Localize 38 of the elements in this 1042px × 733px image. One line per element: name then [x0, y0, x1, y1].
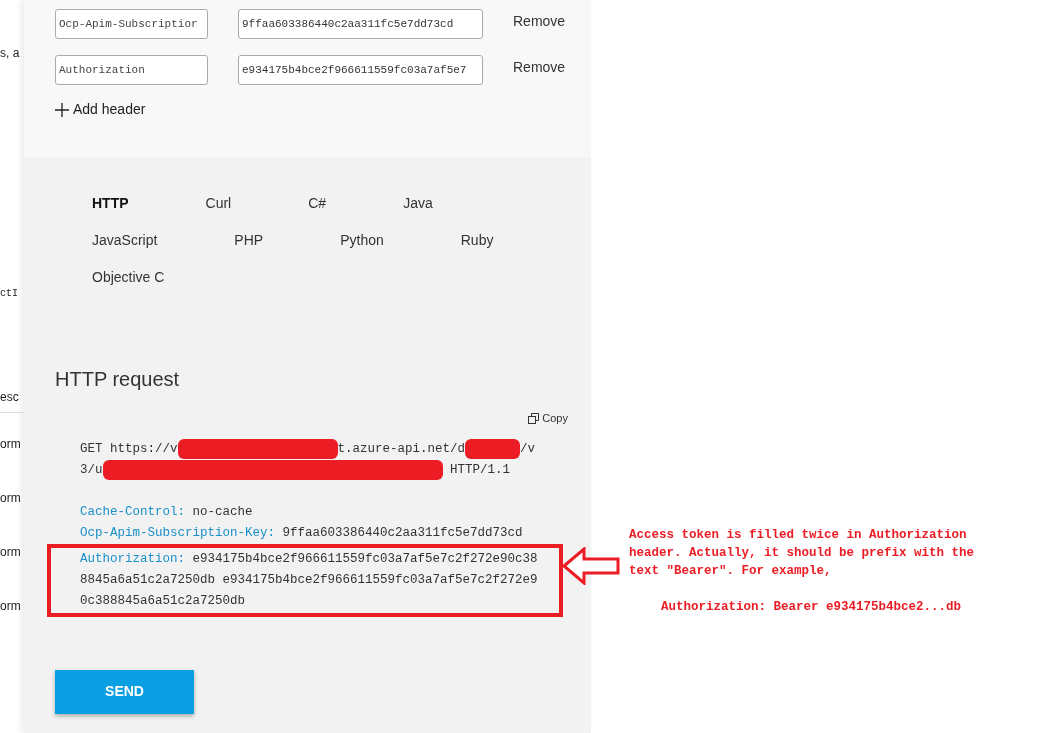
cut-off-text: orm [0, 490, 22, 507]
cut-off-text: esc [0, 389, 20, 406]
annotation-example: Authorization: Bearer e934175b4bce2...db [661, 599, 963, 616]
header-value-field[interactable]: e934175b4bce2f966611559fc03a7af5e7 [238, 55, 483, 85]
cut-off-text: orm [0, 544, 22, 561]
url-text: 3/u [80, 461, 103, 479]
header-name-field[interactable]: Authorization [55, 55, 208, 85]
header-value-field[interactable]: 9ffaa603386440c2aa311fc5e7dd73cd [238, 9, 483, 39]
url-text: /v [520, 440, 536, 458]
plus-icon [55, 102, 69, 117]
url-text: HTTP/1.1 [449, 461, 511, 479]
remove-button[interactable]: Remove [513, 11, 566, 32]
language-tab[interactable]: Objective C [92, 267, 165, 288]
language-tab[interactable]: HTTP [92, 193, 129, 214]
annotation-note: Access token is filled twice in Authorization header. Actually, it should be prefix with the text "Bearer". For example, [629, 527, 976, 580]
request-header-text: Ocp-Apim-Subscription-Key: 9ffaa603386440c2aa311fc5e7dd73cd [80, 525, 523, 540]
header-name-field[interactable]: Ocp-Apim-Subscriptior [55, 9, 208, 39]
copy-button[interactable]: Copy [528, 410, 568, 427]
request-header-text: Authorization: e934175b4bce2f966611559fc03a7af5e7c2f272e90c388845a6a51c2a7250db e934175b4bce2f966611559fc03a7af5e7c2f272e90c388845a6a51c2a7250db [80, 551, 538, 608]
language-tab[interactable]: Curl [205, 193, 232, 214]
language-tab[interactable]: Ruby [460, 230, 494, 251]
url-text: GET https://v [80, 440, 178, 458]
cut-off-text: orm [0, 436, 22, 453]
language-tab[interactable]: JavaScript [92, 230, 158, 251]
cut-off-text: ctI [0, 287, 19, 301]
remove-button[interactable]: Remove [513, 57, 566, 78]
cut-off-text: s, a [0, 45, 21, 62]
add-header-button[interactable]: Add header [55, 99, 146, 120]
language-tab[interactable]: Java [403, 193, 433, 214]
language-tab[interactable]: Python [340, 230, 384, 251]
language-tab[interactable]: C# [308, 193, 327, 214]
url-text: t.azure-api.net/d [337, 440, 466, 458]
cut-off-text: orm [0, 598, 22, 615]
request-header-text: Cache-Control: no-cache [80, 504, 253, 519]
language-tab[interactable]: PHP [234, 230, 264, 251]
redaction-mark [465, 438, 521, 459]
section-title: HTTP request [55, 367, 181, 392]
copy-icon [528, 412, 540, 424]
